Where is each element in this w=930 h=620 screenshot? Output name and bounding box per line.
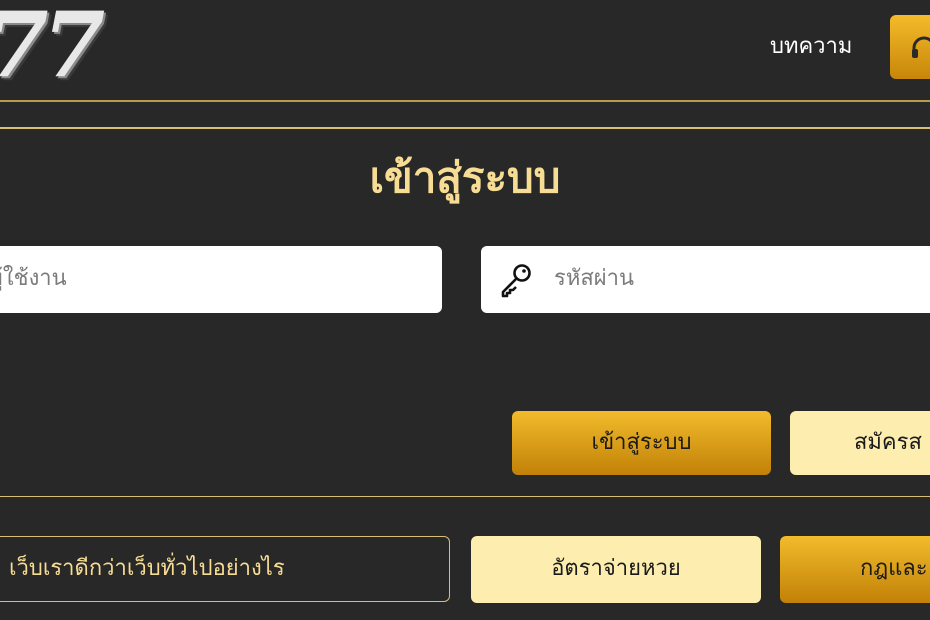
login-button-label: เข้าสู่ระบบ bbox=[591, 430, 692, 455]
header: 77 บทความ bbox=[0, 0, 930, 100]
nav-link-articles[interactable]: บทความ bbox=[770, 32, 852, 62]
support-button[interactable] bbox=[890, 15, 930, 79]
register-button[interactable]: สมัครส bbox=[790, 411, 930, 475]
header-divider bbox=[0, 100, 930, 102]
rates-button[interactable]: อัตราจ่ายหวย bbox=[471, 536, 761, 603]
rates-label: อัตราจ่ายหวย bbox=[551, 556, 681, 581]
section-divider-bottom bbox=[0, 496, 930, 497]
password-field[interactable]: รหัสผ่าน bbox=[481, 246, 930, 313]
site-logo[interactable]: 77 bbox=[0, 0, 105, 90]
login-button[interactable]: เข้าสู่ระบบ bbox=[512, 411, 771, 475]
headset-icon bbox=[912, 36, 930, 58]
why-us-label: เว็บเราดีกว่าเว็บทั่วไปอย่างไร bbox=[9, 556, 285, 581]
rules-button[interactable]: กฎและ bbox=[780, 536, 930, 603]
username-placeholder: ผู้ใช้งาน bbox=[0, 266, 67, 291]
login-title: เข้าสู่ระบบ bbox=[369, 153, 561, 202]
section-divider-top bbox=[0, 127, 930, 129]
password-placeholder: รหัสผ่าน bbox=[554, 266, 635, 291]
key-icon bbox=[501, 264, 531, 298]
username-field[interactable]: ผู้ใช้งาน bbox=[0, 246, 442, 313]
register-button-label: สมัครส bbox=[854, 430, 922, 455]
rules-label: กฎและ bbox=[860, 556, 928, 581]
why-us-button[interactable]: เว็บเราดีกว่าเว็บทั่วไปอย่างไร bbox=[0, 536, 450, 602]
